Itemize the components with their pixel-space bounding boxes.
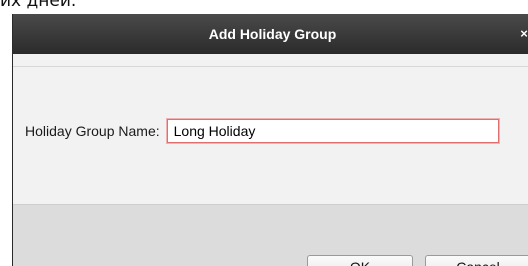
holiday-group-name-label: Holiday Group Name: — [25, 123, 160, 139]
close-icon[interactable]: × — [518, 26, 528, 42]
holiday-group-name-input[interactable] — [166, 119, 499, 143]
page: их дней. Add Holiday Group × Holiday Gro… — [0, 0, 528, 266]
dialog-footer: OK Cancel — [13, 204, 528, 266]
divider — [13, 66, 528, 67]
dialog-body: Holiday Group Name: — [13, 54, 528, 204]
holiday-group-name-row: Holiday Group Name: — [25, 118, 499, 144]
ok-button[interactable]: OK — [307, 255, 413, 266]
dialog-titlebar: Add Holiday Group × — [13, 14, 528, 54]
background-text: их дней. — [0, 0, 77, 11]
add-holiday-group-dialog: Add Holiday Group × Holiday Group Name: … — [12, 14, 528, 266]
cancel-button[interactable]: Cancel — [425, 255, 528, 266]
dialog-title: Add Holiday Group — [208, 26, 337, 42]
